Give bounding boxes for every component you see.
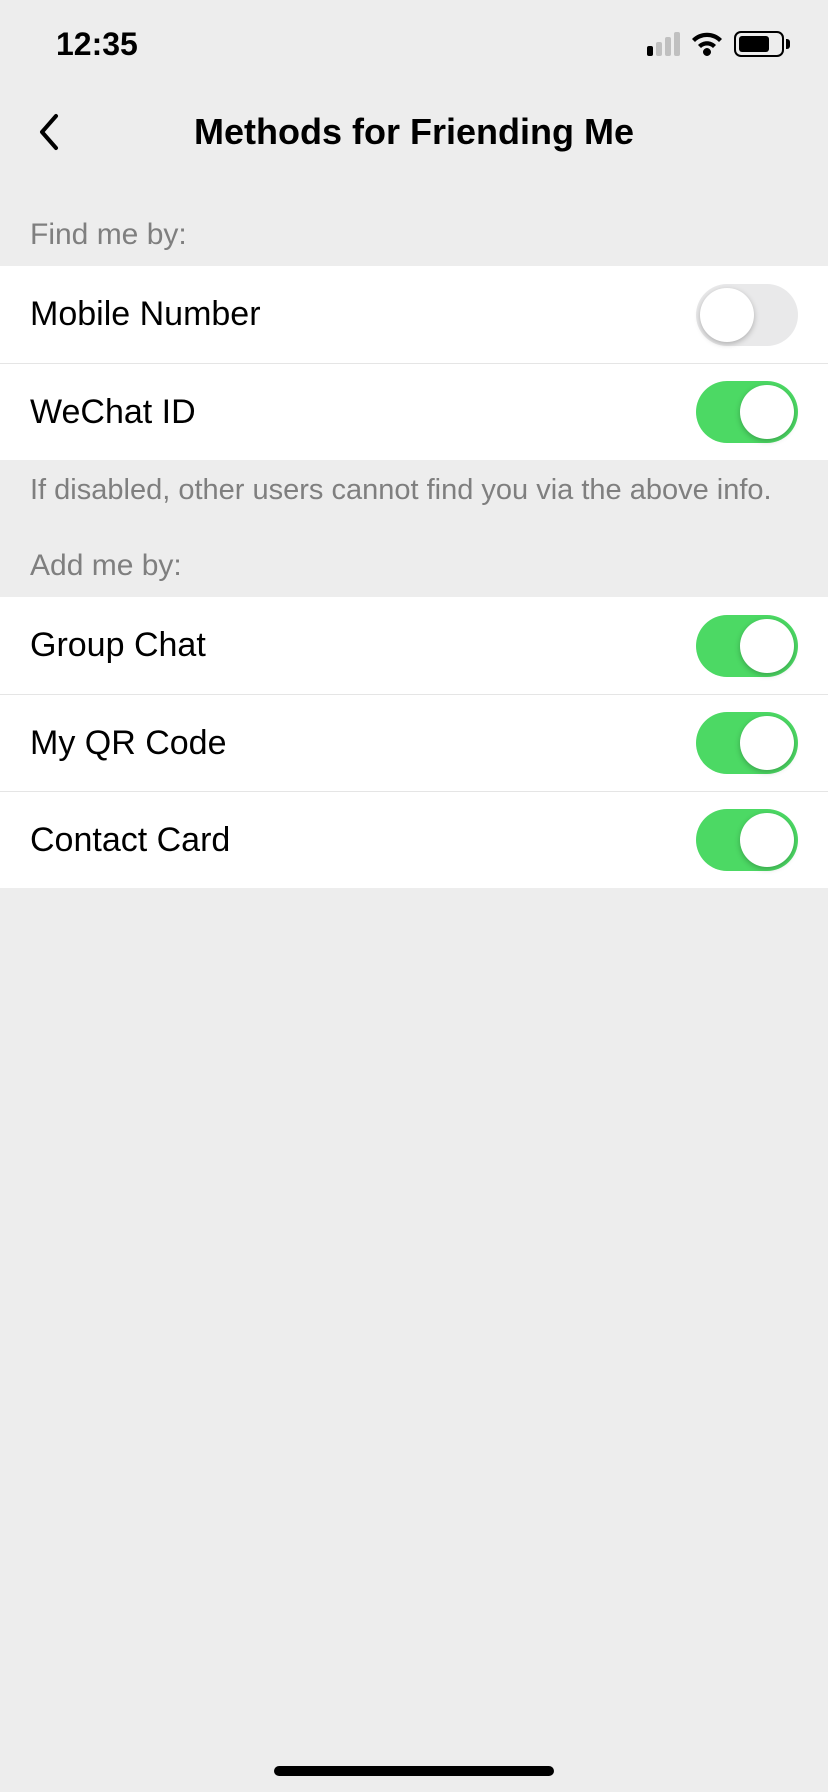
status-bar: 12:35 (0, 0, 828, 88)
row-label: My QR Code (30, 724, 227, 763)
toggle-contact-card[interactable] (696, 809, 798, 871)
row-wechat-id: WeChat ID (0, 363, 828, 460)
section-header-find: Find me by: (0, 176, 828, 266)
section-footer-find: If disabled, other users cannot find you… (0, 460, 828, 507)
nav-bar: Methods for Friending Me (0, 88, 828, 176)
back-button[interactable] (24, 108, 72, 156)
row-group-chat: Group Chat (0, 597, 828, 694)
toggle-wechat-id[interactable] (696, 381, 798, 443)
home-indicator[interactable] (274, 1766, 554, 1776)
row-qr-code: My QR Code (0, 694, 828, 791)
status-icons (647, 31, 790, 57)
chevron-left-icon (36, 112, 60, 152)
row-label: Group Chat (30, 626, 206, 665)
row-label: WeChat ID (30, 393, 196, 432)
toggle-group-chat[interactable] (696, 615, 798, 677)
signal-icon (647, 32, 680, 56)
row-label: Contact Card (30, 821, 230, 860)
status-time: 12:35 (56, 26, 138, 63)
row-contact-card: Contact Card (0, 791, 828, 888)
section-header-add: Add me by: (0, 507, 828, 597)
toggle-mobile-number[interactable] (696, 284, 798, 346)
list-find: Mobile Number WeChat ID (0, 266, 828, 460)
list-add: Group Chat My QR Code Contact Card (0, 597, 828, 888)
wifi-icon (690, 32, 724, 56)
toggle-qr-code[interactable] (696, 712, 798, 774)
battery-icon (734, 31, 790, 57)
row-label: Mobile Number (30, 295, 261, 334)
page-title: Methods for Friending Me (0, 111, 828, 153)
row-mobile-number: Mobile Number (0, 266, 828, 363)
